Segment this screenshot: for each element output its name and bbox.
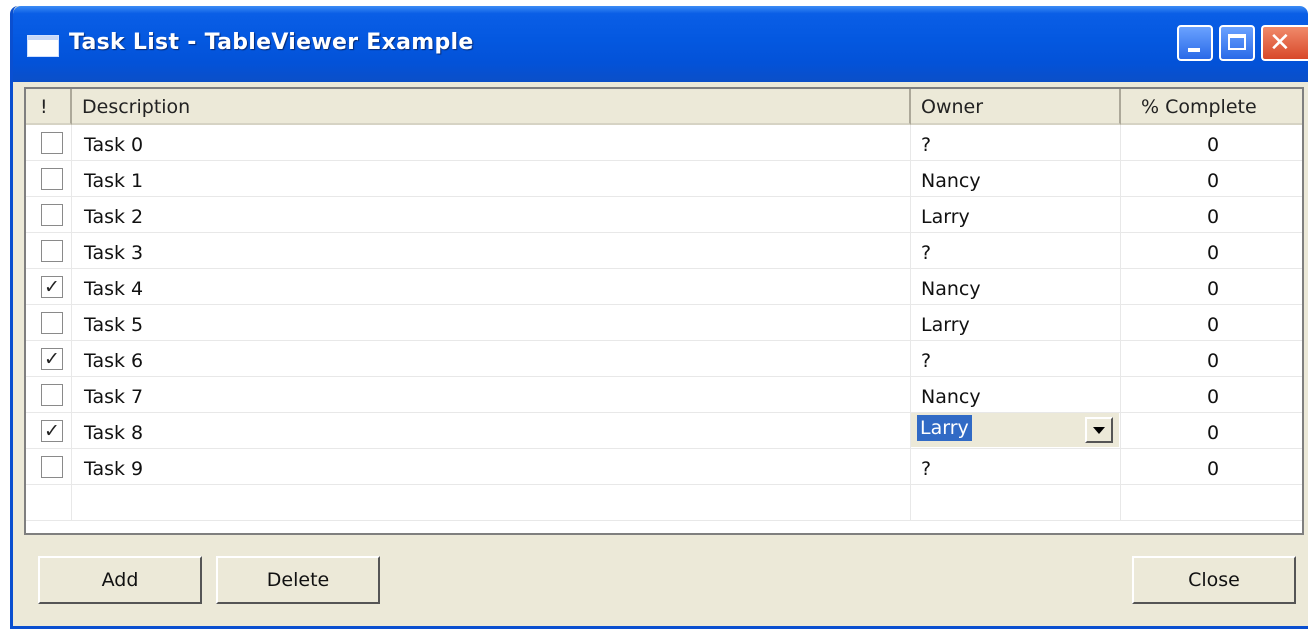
done-checkbox[interactable]: ✓ xyxy=(41,348,63,370)
done-cell: ✓ xyxy=(26,341,72,377)
done-checkbox[interactable] xyxy=(41,312,63,334)
done-cell: ✓ xyxy=(26,413,72,449)
table-row[interactable]: ✓ Task 6? 0 xyxy=(26,341,1302,377)
table-row[interactable]: ✓ Task 8 Larry 0 xyxy=(26,413,1302,449)
description-cell[interactable]: Task 6 xyxy=(72,341,911,377)
percent-complete-cell[interactable]: 0 xyxy=(1121,197,1302,233)
description-cell[interactable]: Task 3 xyxy=(72,233,911,269)
owner-cell[interactable]: Nancy xyxy=(911,161,1121,197)
owner-cell[interactable]: Larry xyxy=(911,305,1121,341)
table-row[interactable]: Task 1 Nancy 0 xyxy=(26,161,1302,197)
owner-cell[interactable]: Larry xyxy=(911,197,1121,233)
close-icon: ✕ xyxy=(1269,28,1291,58)
window-title: Task List - TableViewer Example xyxy=(69,30,474,55)
minimize-button[interactable] xyxy=(1177,25,1213,61)
done-cell xyxy=(26,449,72,485)
checkmark-icon: ✓ xyxy=(44,348,60,370)
owner-cell[interactable]: ? xyxy=(911,233,1121,269)
column-header-owner[interactable]: Owner xyxy=(911,89,1121,125)
done-checkbox[interactable] xyxy=(41,384,63,406)
done-cell xyxy=(26,305,72,341)
checkmark-icon: ✓ xyxy=(44,276,60,298)
description-cell[interactable] xyxy=(72,485,911,521)
done-cell xyxy=(26,125,72,161)
done-cell xyxy=(26,161,72,197)
title-bar[interactable]: Task List - TableViewer Example ✕ xyxy=(13,6,1308,82)
checkmark-icon: ✓ xyxy=(44,420,60,442)
delete-button[interactable]: Delete xyxy=(216,556,380,604)
owner-cell[interactable]: Nancy xyxy=(911,269,1121,305)
done-checkbox[interactable]: ✓ xyxy=(41,276,63,298)
owner-cell[interactable] xyxy=(911,485,1121,521)
column-header-done[interactable]: ! xyxy=(26,89,72,125)
done-checkbox[interactable]: ✓ xyxy=(41,420,63,442)
done-cell xyxy=(26,377,72,413)
percent-complete-cell[interactable]: 0 xyxy=(1121,449,1302,485)
maximize-button[interactable] xyxy=(1219,25,1255,61)
table-row[interactable]: Task 9? 0 xyxy=(26,449,1302,485)
table-row[interactable]: Task 7 Nancy 0 xyxy=(26,377,1302,413)
column-header-description[interactable]: Description xyxy=(72,89,911,125)
task-table[interactable]: ! Description Owner % Complete Task 0? 0 T… xyxy=(24,87,1304,535)
owner-combo-editor[interactable]: Larry xyxy=(911,413,1119,447)
description-cell[interactable]: Task 8 xyxy=(72,413,911,449)
percent-complete-cell[interactable]: 0 xyxy=(1121,305,1302,341)
close-window-button[interactable]: ✕ xyxy=(1261,25,1308,61)
owner-combo-value[interactable]: Larry xyxy=(917,415,972,441)
owner-cell[interactable]: ? xyxy=(911,341,1121,377)
minimize-icon xyxy=(1188,48,1200,52)
percent-complete-cell[interactable]: 0 xyxy=(1121,161,1302,197)
done-checkbox[interactable] xyxy=(41,132,63,154)
done-cell xyxy=(26,197,72,233)
add-button[interactable]: Add xyxy=(38,556,202,604)
table-row[interactable]: Task 3? 0 xyxy=(26,233,1302,269)
done-cell: ✓ xyxy=(26,269,72,305)
done-cell xyxy=(26,485,72,521)
description-cell[interactable]: Task 2 xyxy=(72,197,911,233)
done-cell xyxy=(26,233,72,269)
description-cell[interactable]: Task 4 xyxy=(72,269,911,305)
close-button[interactable]: Close xyxy=(1132,556,1296,604)
column-header-percent-complete[interactable]: % Complete xyxy=(1121,89,1302,125)
done-checkbox[interactable] xyxy=(41,240,63,262)
percent-complete-cell[interactable]: 0 xyxy=(1121,233,1302,269)
description-cell[interactable]: Task 0 xyxy=(72,125,911,161)
percent-complete-cell[interactable]: 0 xyxy=(1121,377,1302,413)
empty-table-row[interactable] xyxy=(26,485,1302,521)
owner-cell[interactable]: Nancy xyxy=(911,377,1121,413)
table-row[interactable]: Task 0? 0 xyxy=(26,125,1302,161)
description-cell[interactable]: Task 9 xyxy=(72,449,911,485)
owner-cell[interactable]: ? xyxy=(911,125,1121,161)
percent-complete-cell[interactable]: 0 xyxy=(1121,413,1302,449)
description-cell[interactable]: Task 1 xyxy=(72,161,911,197)
percent-complete-cell[interactable] xyxy=(1121,485,1302,521)
description-cell[interactable]: Task 5 xyxy=(72,305,911,341)
window-icon xyxy=(27,35,59,57)
percent-complete-cell[interactable]: 0 xyxy=(1121,269,1302,305)
owner-cell[interactable]: ? xyxy=(911,449,1121,485)
done-checkbox[interactable] xyxy=(41,168,63,190)
percent-complete-cell[interactable]: 0 xyxy=(1121,341,1302,377)
percent-complete-cell[interactable]: 0 xyxy=(1121,125,1302,161)
description-cell[interactable]: Task 7 xyxy=(72,377,911,413)
maximize-icon xyxy=(1228,34,1246,50)
done-checkbox[interactable] xyxy=(41,456,63,478)
done-checkbox[interactable] xyxy=(41,204,63,226)
table-row[interactable]: Task 5 Larry 0 xyxy=(26,305,1302,341)
dropdown-arrow-icon[interactable] xyxy=(1085,417,1113,443)
table-row[interactable]: ✓ Task 4 Nancy 0 xyxy=(26,269,1302,305)
owner-cell[interactable]: Larry xyxy=(911,413,1121,449)
table-row[interactable]: Task 2 Larry 0 xyxy=(26,197,1302,233)
